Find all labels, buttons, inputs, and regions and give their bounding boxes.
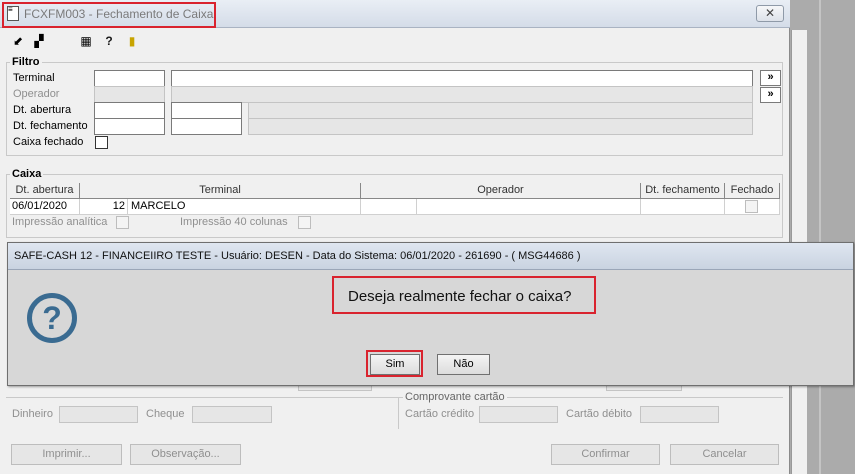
col-dt-abertura[interactable]: Dt. abertura xyxy=(10,183,80,199)
cell-fechado[interactable] xyxy=(725,199,780,215)
background-divider xyxy=(819,0,821,474)
dt-abertura-label: Dt. abertura xyxy=(13,104,72,116)
title-bar: ≡ FCXFM003 - Fechamento de Caixa ✕ xyxy=(0,0,790,28)
operador-lookup-button[interactable]: » xyxy=(760,87,781,103)
dt-abertura-extra-field xyxy=(248,102,753,119)
cartao-credito-input[interactable] xyxy=(479,406,558,423)
dt-abertura-end-input[interactable] xyxy=(171,102,242,119)
caixa-fechado-label: Caixa fechado xyxy=(13,136,84,148)
col-fechado[interactable]: Fechado xyxy=(725,183,780,199)
dt-fechamento-extra-field xyxy=(248,118,753,135)
nao-button[interactable]: Não xyxy=(437,354,490,375)
cell-terminal-name[interactable]: MARCELO xyxy=(128,199,361,215)
cartao-debito-input[interactable] xyxy=(640,406,719,423)
operador-name-input[interactable] xyxy=(171,86,753,103)
cartao-credito-label: Cartão crédito xyxy=(405,408,475,420)
terminal-lookup-button[interactable]: » xyxy=(760,70,781,86)
terminal-label: Terminal xyxy=(13,72,55,84)
cell-terminal-num[interactable]: 12 xyxy=(80,199,128,215)
terminal-name-input[interactable] xyxy=(171,70,753,87)
close-button[interactable]: ✕ xyxy=(756,5,784,22)
exit-icon[interactable]: ▮ xyxy=(124,33,140,49)
question-icon: ? xyxy=(27,293,77,343)
cell-operador-name[interactable] xyxy=(417,199,641,215)
cartao-debito-label: Cartão débito xyxy=(566,408,633,420)
dialog-message: Deseja realmente fechar o caixa? xyxy=(348,288,572,305)
dt-abertura-start-input[interactable] xyxy=(94,102,165,119)
confirmar-button[interactable]: Confirmar xyxy=(551,444,660,465)
dialog-title-bar: SAFE-CASH 12 - FINANCEIIRO TESTE - Usuár… xyxy=(8,243,853,270)
dt-fechamento-start-input[interactable] xyxy=(94,118,165,135)
impressao-analitica-checkbox[interactable] xyxy=(116,216,129,229)
cell-operador-code[interactable] xyxy=(361,199,417,215)
terminal-code-input[interactable] xyxy=(94,70,165,87)
caixa-label: Caixa xyxy=(10,168,44,180)
caixa-fechado-checkbox[interactable] xyxy=(95,136,108,149)
impressao-40-checkbox[interactable] xyxy=(298,216,311,229)
col-dt-fechamento[interactable]: Dt. fechamento xyxy=(641,183,725,199)
cheque-input[interactable] xyxy=(192,406,272,423)
dialog-title: SAFE-CASH 12 - FINANCEIIRO TESTE - Usuár… xyxy=(14,250,581,262)
main-window: ≡ FCXFM003 - Fechamento de Caixa ✕ ⬋ ▞ ▦… xyxy=(0,0,790,474)
cancelar-button[interactable]: Cancelar xyxy=(670,444,779,465)
help-icon[interactable]: ? xyxy=(101,33,117,49)
imprimir-button[interactable]: Imprimir... xyxy=(11,444,122,465)
impressao-analitica-label: Impressão analítica xyxy=(12,216,108,228)
confirm-dialog: SAFE-CASH 12 - FINANCEIIRO TESTE - Usuár… xyxy=(7,242,854,386)
col-terminal[interactable]: Terminal xyxy=(80,183,361,199)
filtro-label: Filtro xyxy=(10,56,42,68)
arrow-icon[interactable]: ⬋ xyxy=(10,33,26,49)
cell-dt-fechamento[interactable] xyxy=(641,199,725,215)
calendar-icon[interactable]: ▦ xyxy=(78,33,94,49)
fechado-checkbox[interactable] xyxy=(745,200,758,213)
sim-button[interactable]: Sim xyxy=(370,354,420,375)
dt-fechamento-end-input[interactable] xyxy=(171,118,242,135)
operador-code-input[interactable] xyxy=(94,86,165,103)
comprovante-vdivider xyxy=(398,397,399,429)
comprovante-divider xyxy=(6,397,783,398)
title-highlight-box xyxy=(2,2,216,28)
dt-fechamento-label: Dt. fechamento xyxy=(13,120,88,132)
cheque-label: Cheque xyxy=(146,408,185,420)
impressao-40-label: Impressão 40 colunas xyxy=(180,216,288,228)
operador-label: Operador xyxy=(13,88,60,100)
cell-dt-abertura[interactable]: 06/01/2020 xyxy=(10,199,80,215)
copy-icon[interactable]: ▞ xyxy=(31,33,47,49)
comprovante-label: Comprovante cartão xyxy=(403,391,507,403)
observacao-button[interactable]: Observação... xyxy=(130,444,241,465)
dinheiro-input[interactable] xyxy=(59,406,138,423)
dinheiro-label: Dinheiro xyxy=(12,408,53,420)
col-operador[interactable]: Operador xyxy=(361,183,641,199)
